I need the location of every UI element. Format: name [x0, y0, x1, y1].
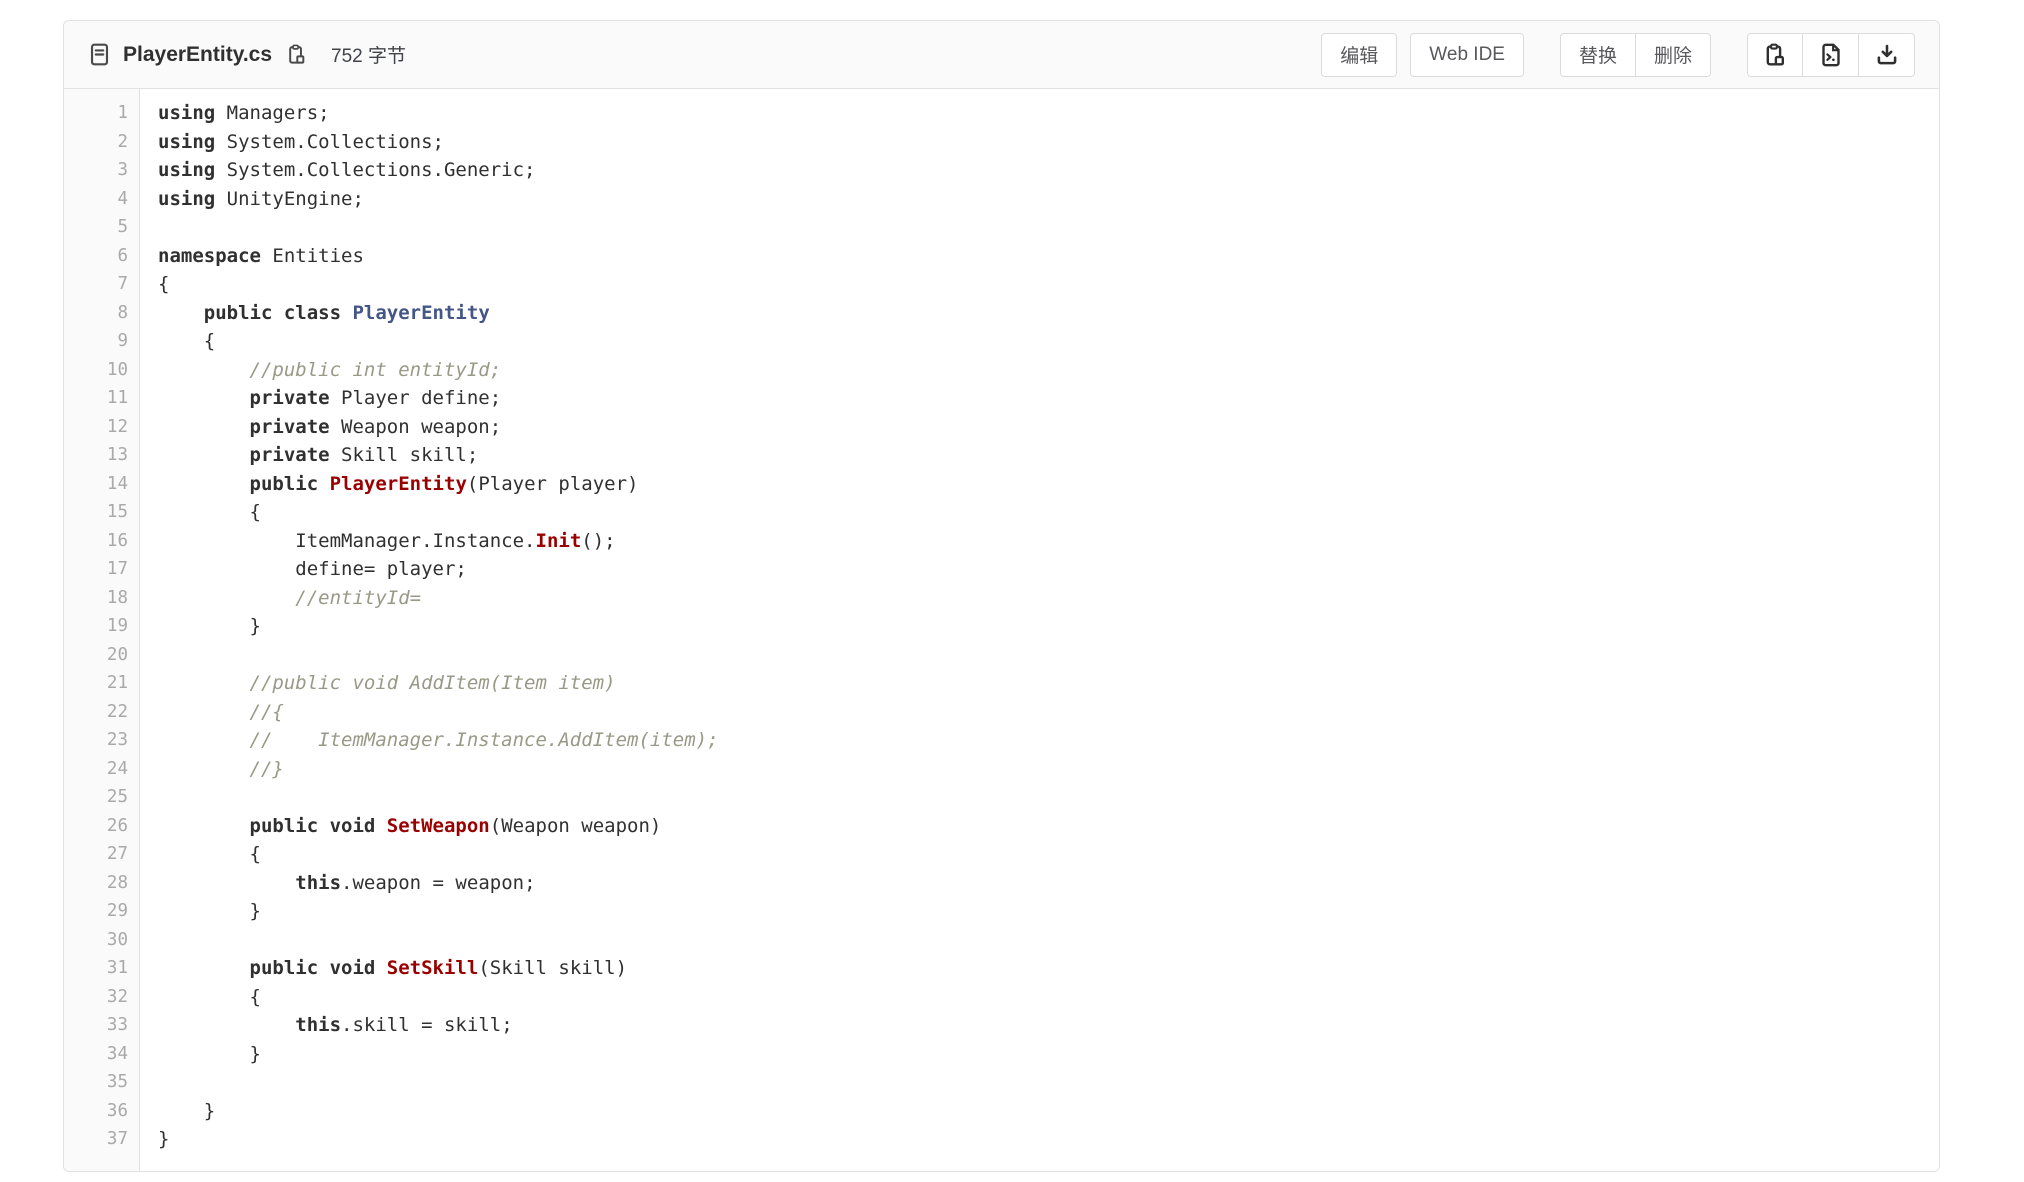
code-line: namespace Entities — [158, 242, 1939, 271]
code-line: } — [158, 1040, 1939, 1069]
line-number[interactable]: 18 — [64, 584, 128, 613]
line-number[interactable]: 25 — [64, 783, 128, 812]
line-number[interactable]: 10 — [64, 356, 128, 385]
code-line: private Skill skill; — [158, 441, 1939, 470]
line-number-gutter: 1234567891011121314151617181920212223242… — [64, 89, 140, 1172]
line-number[interactable]: 4 — [64, 185, 128, 214]
line-number[interactable]: 24 — [64, 755, 128, 784]
line-number[interactable]: 14 — [64, 470, 128, 499]
code-line: using System.Collections; — [158, 128, 1939, 157]
code-line: { — [158, 983, 1939, 1012]
code-line: this.weapon = weapon; — [158, 869, 1939, 898]
line-number[interactable]: 23 — [64, 726, 128, 755]
code-line: } — [158, 1125, 1939, 1154]
replace-delete-group: 替换 删除 — [1560, 33, 1711, 77]
line-number[interactable]: 29 — [64, 897, 128, 926]
code-line: this.skill = skill; — [158, 1011, 1939, 1040]
web-ide-button[interactable]: Web IDE — [1410, 33, 1524, 77]
code-line: public class PlayerEntity — [158, 299, 1939, 328]
code-line: public PlayerEntity(Player player) — [158, 470, 1939, 499]
code-blob: 1234567891011121314151617181920212223242… — [64, 89, 1939, 1172]
file-name: PlayerEntity.cs — [123, 43, 272, 67]
file-viewer-panel: PlayerEntity.cs 752 字节 编辑 Web IDE 替换 删除 — [63, 20, 1940, 1172]
line-number[interactable]: 20 — [64, 641, 128, 670]
line-number[interactable]: 1 — [64, 99, 128, 128]
line-number[interactable]: 19 — [64, 612, 128, 641]
line-number[interactable]: 34 — [64, 1040, 128, 1069]
download-icon — [1875, 43, 1899, 67]
line-number[interactable]: 13 — [64, 441, 128, 470]
code-line — [158, 783, 1939, 812]
code-line: public void SetWeapon(Weapon weapon) — [158, 812, 1939, 841]
line-number[interactable]: 31 — [64, 954, 128, 983]
line-number[interactable]: 8 — [64, 299, 128, 328]
code-line: } — [158, 1097, 1939, 1126]
code-line — [158, 213, 1939, 242]
line-number[interactable]: 26 — [64, 812, 128, 841]
code-line: } — [158, 897, 1939, 926]
line-number[interactable]: 2 — [64, 128, 128, 157]
line-number[interactable]: 30 — [64, 926, 128, 955]
download-button[interactable] — [1859, 33, 1915, 77]
code-pane: using Managers;using System.Collections;… — [140, 89, 1939, 1172]
code-line: // ItemManager.Instance.AddItem(item); — [158, 726, 1939, 755]
file-document-icon — [88, 43, 111, 66]
code-line: using UnityEngine; — [158, 185, 1939, 214]
code-line — [158, 926, 1939, 955]
code-line: } — [158, 612, 1939, 641]
copy-clipboard-icon — [286, 44, 307, 65]
line-number[interactable]: 3 — [64, 156, 128, 185]
copy-file-contents-icon — [1763, 43, 1787, 67]
code-line: public void SetSkill(Skill skill) — [158, 954, 1939, 983]
line-number[interactable]: 37 — [64, 1125, 128, 1154]
code-line: //public void AddItem(Item item) — [158, 669, 1939, 698]
line-number[interactable]: 6 — [64, 242, 128, 271]
copy-file-path-button[interactable] — [284, 42, 309, 67]
code-line: { — [158, 270, 1939, 299]
code-line: private Weapon weapon; — [158, 413, 1939, 442]
line-number[interactable]: 32 — [64, 983, 128, 1012]
code-line — [158, 641, 1939, 670]
open-raw-button[interactable] — [1803, 33, 1859, 77]
file-actions: 编辑 Web IDE 替换 删除 — [1321, 33, 1915, 77]
line-number[interactable]: 15 — [64, 498, 128, 527]
code-line: using System.Collections.Generic; — [158, 156, 1939, 185]
line-number[interactable]: 21 — [64, 669, 128, 698]
line-number[interactable]: 16 — [64, 527, 128, 556]
line-number[interactable]: 17 — [64, 555, 128, 584]
edit-button[interactable]: 编辑 — [1321, 33, 1397, 77]
code-line: define= player; — [158, 555, 1939, 584]
line-number[interactable]: 36 — [64, 1097, 128, 1126]
line-number[interactable]: 5 — [64, 213, 128, 242]
file-icon-actions-group — [1747, 33, 1915, 77]
code-line: //public int entityId; — [158, 356, 1939, 385]
code-line — [158, 1068, 1939, 1097]
line-number[interactable]: 7 — [64, 270, 128, 299]
code-line: { — [158, 498, 1939, 527]
line-number[interactable]: 35 — [64, 1068, 128, 1097]
code-line: //} — [158, 755, 1939, 784]
file-title-group: PlayerEntity.cs 752 字节 — [88, 41, 406, 68]
delete-button[interactable]: 删除 — [1636, 33, 1711, 77]
replace-button[interactable]: 替换 — [1560, 33, 1636, 77]
copy-file-contents-button[interactable] — [1747, 33, 1803, 77]
line-number[interactable]: 27 — [64, 840, 128, 869]
line-number[interactable]: 22 — [64, 698, 128, 727]
line-number[interactable]: 12 — [64, 413, 128, 442]
code-line: using Managers; — [158, 99, 1939, 128]
code-line: ItemManager.Instance.Init(); — [158, 527, 1939, 556]
code-line: private Player define; — [158, 384, 1939, 413]
line-number[interactable]: 11 — [64, 384, 128, 413]
open-raw-icon — [1819, 43, 1843, 67]
file-header: PlayerEntity.cs 752 字节 编辑 Web IDE 替换 删除 — [64, 21, 1939, 89]
code-line: //{ — [158, 698, 1939, 727]
code-line: { — [158, 840, 1939, 869]
line-number[interactable]: 9 — [64, 327, 128, 356]
code-line: { — [158, 327, 1939, 356]
code-line: //entityId= — [158, 584, 1939, 613]
file-size: 752 字节 — [331, 41, 406, 68]
line-number[interactable]: 28 — [64, 869, 128, 898]
line-number[interactable]: 33 — [64, 1011, 128, 1040]
